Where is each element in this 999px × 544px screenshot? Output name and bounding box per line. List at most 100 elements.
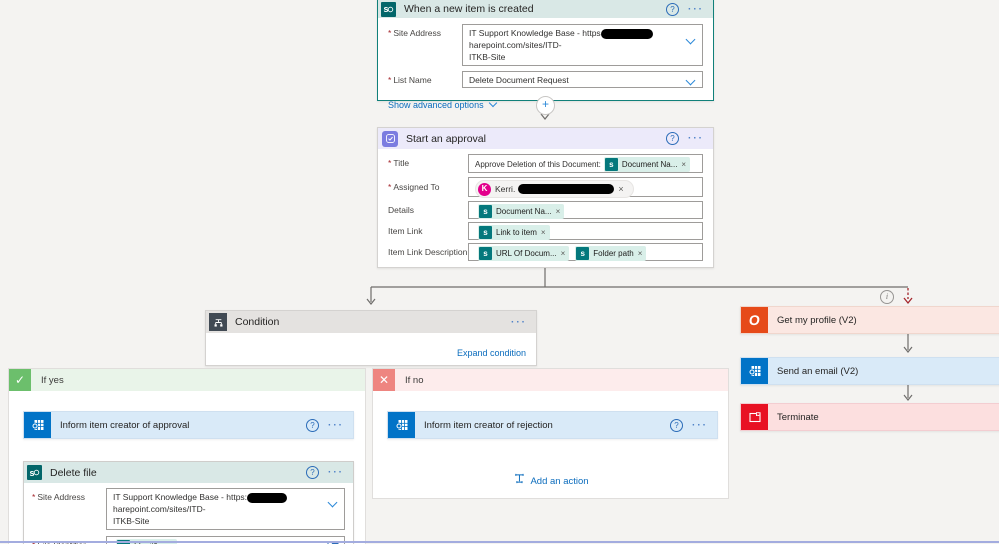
details-input[interactable]: s Document Na... × <box>468 201 703 219</box>
sharepoint-token-icon: s <box>604 158 618 171</box>
avatar: K <box>478 182 491 196</box>
if-no-header[interactable]: ✕ If no <box>373 369 728 391</box>
sharepoint-icon: s <box>27 465 42 480</box>
remove-token-icon[interactable]: × <box>540 227 550 239</box>
list-name-input[interactable]: Delete Document Request <box>462 71 703 88</box>
site-address-text: harepoint.com/sites/ITD- <box>469 40 562 50</box>
remove-person-icon[interactable]: × <box>617 183 627 195</box>
if-yes-header[interactable]: ✓ If yes <box>9 369 365 391</box>
trigger-card-when-new-item-created[interactable]: s When a new item is created ? ··· * Site… <box>377 0 714 110</box>
dynamic-token[interactable]: s Document Na... × <box>603 157 691 172</box>
office365-icon: O <box>741 307 768 333</box>
get-my-profile-card[interactable]: O Get my profile (V2) <box>740 306 999 334</box>
run-after-info-icon[interactable]: i <box>880 290 894 304</box>
flow-designer-canvas: s When a new item is created ? ··· * Site… <box>0 0 999 544</box>
menu-icon[interactable]: ··· <box>511 317 527 328</box>
details-label: Details <box>388 205 414 215</box>
item-link-input[interactable]: s Link to item × <box>468 222 703 240</box>
card-title: Inform item creator of approval <box>60 419 190 431</box>
chevron-down-icon[interactable] <box>685 34 696 45</box>
send-email-card[interactable]: Send an email (V2) <box>740 357 999 385</box>
remove-token-icon[interactable]: × <box>637 248 647 260</box>
list-name-value: Delete Document Request <box>469 75 569 85</box>
required-asterisk: * <box>388 158 392 168</box>
trigger-title: When a new item is created <box>404 3 534 15</box>
add-action-icon <box>512 472 525 490</box>
chevron-down-icon <box>488 98 497 108</box>
item-link-description-input[interactable]: s URL Of Docum... × s Folder path × <box>468 243 703 261</box>
assigned-to-input[interactable]: K Kerri. × <box>468 177 703 198</box>
site-address-text: harepoint.com/sites/ITD- <box>113 504 206 514</box>
menu-icon[interactable]: ··· <box>692 420 708 431</box>
dynamic-token[interactable]: s Document Na... × <box>478 204 565 219</box>
condition-card[interactable]: Condition ··· Expand condition <box>205 310 537 366</box>
site-address-label: * Site Address <box>32 492 86 502</box>
condition-icon <box>209 313 227 331</box>
canvas-bottom-divider <box>0 541 999 543</box>
terminate-card[interactable]: Terminate <box>740 403 999 431</box>
menu-icon[interactable]: ··· <box>688 4 704 15</box>
add-action-button[interactable]: Add an action <box>512 472 589 490</box>
delete-file-card[interactable]: s Delete file ? ··· * Site Address IT Sup… <box>23 461 354 544</box>
item-link-label: Item Link <box>388 226 423 236</box>
help-icon[interactable]: ? <box>666 2 679 16</box>
card-title: Get my profile (V2) <box>777 314 857 326</box>
remove-token-icon[interactable]: × <box>680 159 690 171</box>
chevron-down-icon[interactable] <box>685 75 696 86</box>
approvals-icon <box>382 130 398 147</box>
cross-icon: ✕ <box>373 369 395 391</box>
help-icon[interactable]: ? <box>306 466 319 479</box>
required-asterisk: * <box>388 28 392 38</box>
remove-token-icon[interactable]: × <box>560 248 570 260</box>
required-asterisk: * <box>388 75 392 85</box>
start-approval-card[interactable]: Start an approval ? ··· * Title Approve D… <box>377 127 714 268</box>
show-advanced-options-link[interactable]: Show advanced options <box>388 100 484 110</box>
remove-token-icon[interactable]: × <box>555 206 565 218</box>
site-address-input[interactable]: IT Support Knowledge Base - https: harepo… <box>106 488 345 530</box>
card-title: Terminate <box>777 411 819 423</box>
menu-icon[interactable]: ··· <box>688 133 704 144</box>
approval-title-input[interactable]: Approve Deletion of this Document: s Docum… <box>468 154 703 173</box>
help-icon[interactable]: ? <box>306 418 319 432</box>
assigned-to-label: * Assigned To <box>388 182 440 192</box>
check-icon: ✓ <box>9 369 31 391</box>
site-address-text: IT Support Knowledge Base - https: <box>113 492 248 502</box>
outlook-icon <box>24 412 51 438</box>
insert-step-button[interactable]: + <box>536 96 555 115</box>
expand-condition-link[interactable]: Expand condition <box>457 348 526 358</box>
add-action-label: Add an action <box>530 475 589 487</box>
help-icon[interactable]: ? <box>666 132 679 145</box>
person-chip[interactable]: K Kerri. × <box>475 180 634 198</box>
inform-rejection-card[interactable]: Inform item creator of rejection ? ··· <box>387 411 718 439</box>
if-yes-label: If yes <box>41 374 64 386</box>
menu-icon[interactable]: ··· <box>328 467 344 478</box>
sharepoint-token-icon: s <box>479 247 492 260</box>
help-icon[interactable]: ? <box>670 418 683 432</box>
approval-title-label: * Title <box>388 158 410 168</box>
approval-title: Start an approval <box>406 132 486 145</box>
sharepoint-token-icon: s <box>479 226 492 239</box>
sharepoint-token-icon: s <box>576 247 590 260</box>
outlook-icon <box>741 358 768 384</box>
terminate-icon <box>741 404 768 430</box>
menu-icon[interactable]: ··· <box>328 420 344 431</box>
item-link-description-label: Item Link Description <box>388 247 468 257</box>
plus-icon: + <box>541 97 549 111</box>
site-address-text-line2: ITKB-Site <box>469 52 506 62</box>
required-asterisk: * <box>32 492 36 502</box>
redaction-blob <box>518 184 615 194</box>
approval-title-text: Approve Deletion of this Document: <box>475 159 601 169</box>
dynamic-token[interactable]: s URL Of Docum... × <box>478 246 570 261</box>
site-address-text: IT Support Knowledge Base - https <box>469 28 601 38</box>
sharepoint-icon: s <box>381 1 396 17</box>
redaction-blob <box>247 492 288 503</box>
dynamic-token[interactable]: s Folder path × <box>575 246 647 261</box>
outlook-icon <box>388 412 415 438</box>
card-title: Send an email (V2) <box>777 365 859 377</box>
inform-approval-card[interactable]: Inform item creator of approval ? ··· <box>23 411 354 439</box>
redaction-blob <box>600 28 653 39</box>
chevron-down-icon[interactable] <box>327 497 338 508</box>
site-address-input[interactable]: IT Support Knowledge Base - https harepoi… <box>462 24 703 66</box>
dynamic-token[interactable]: s Link to item × <box>478 225 550 240</box>
person-name: Kerri. <box>495 184 516 194</box>
